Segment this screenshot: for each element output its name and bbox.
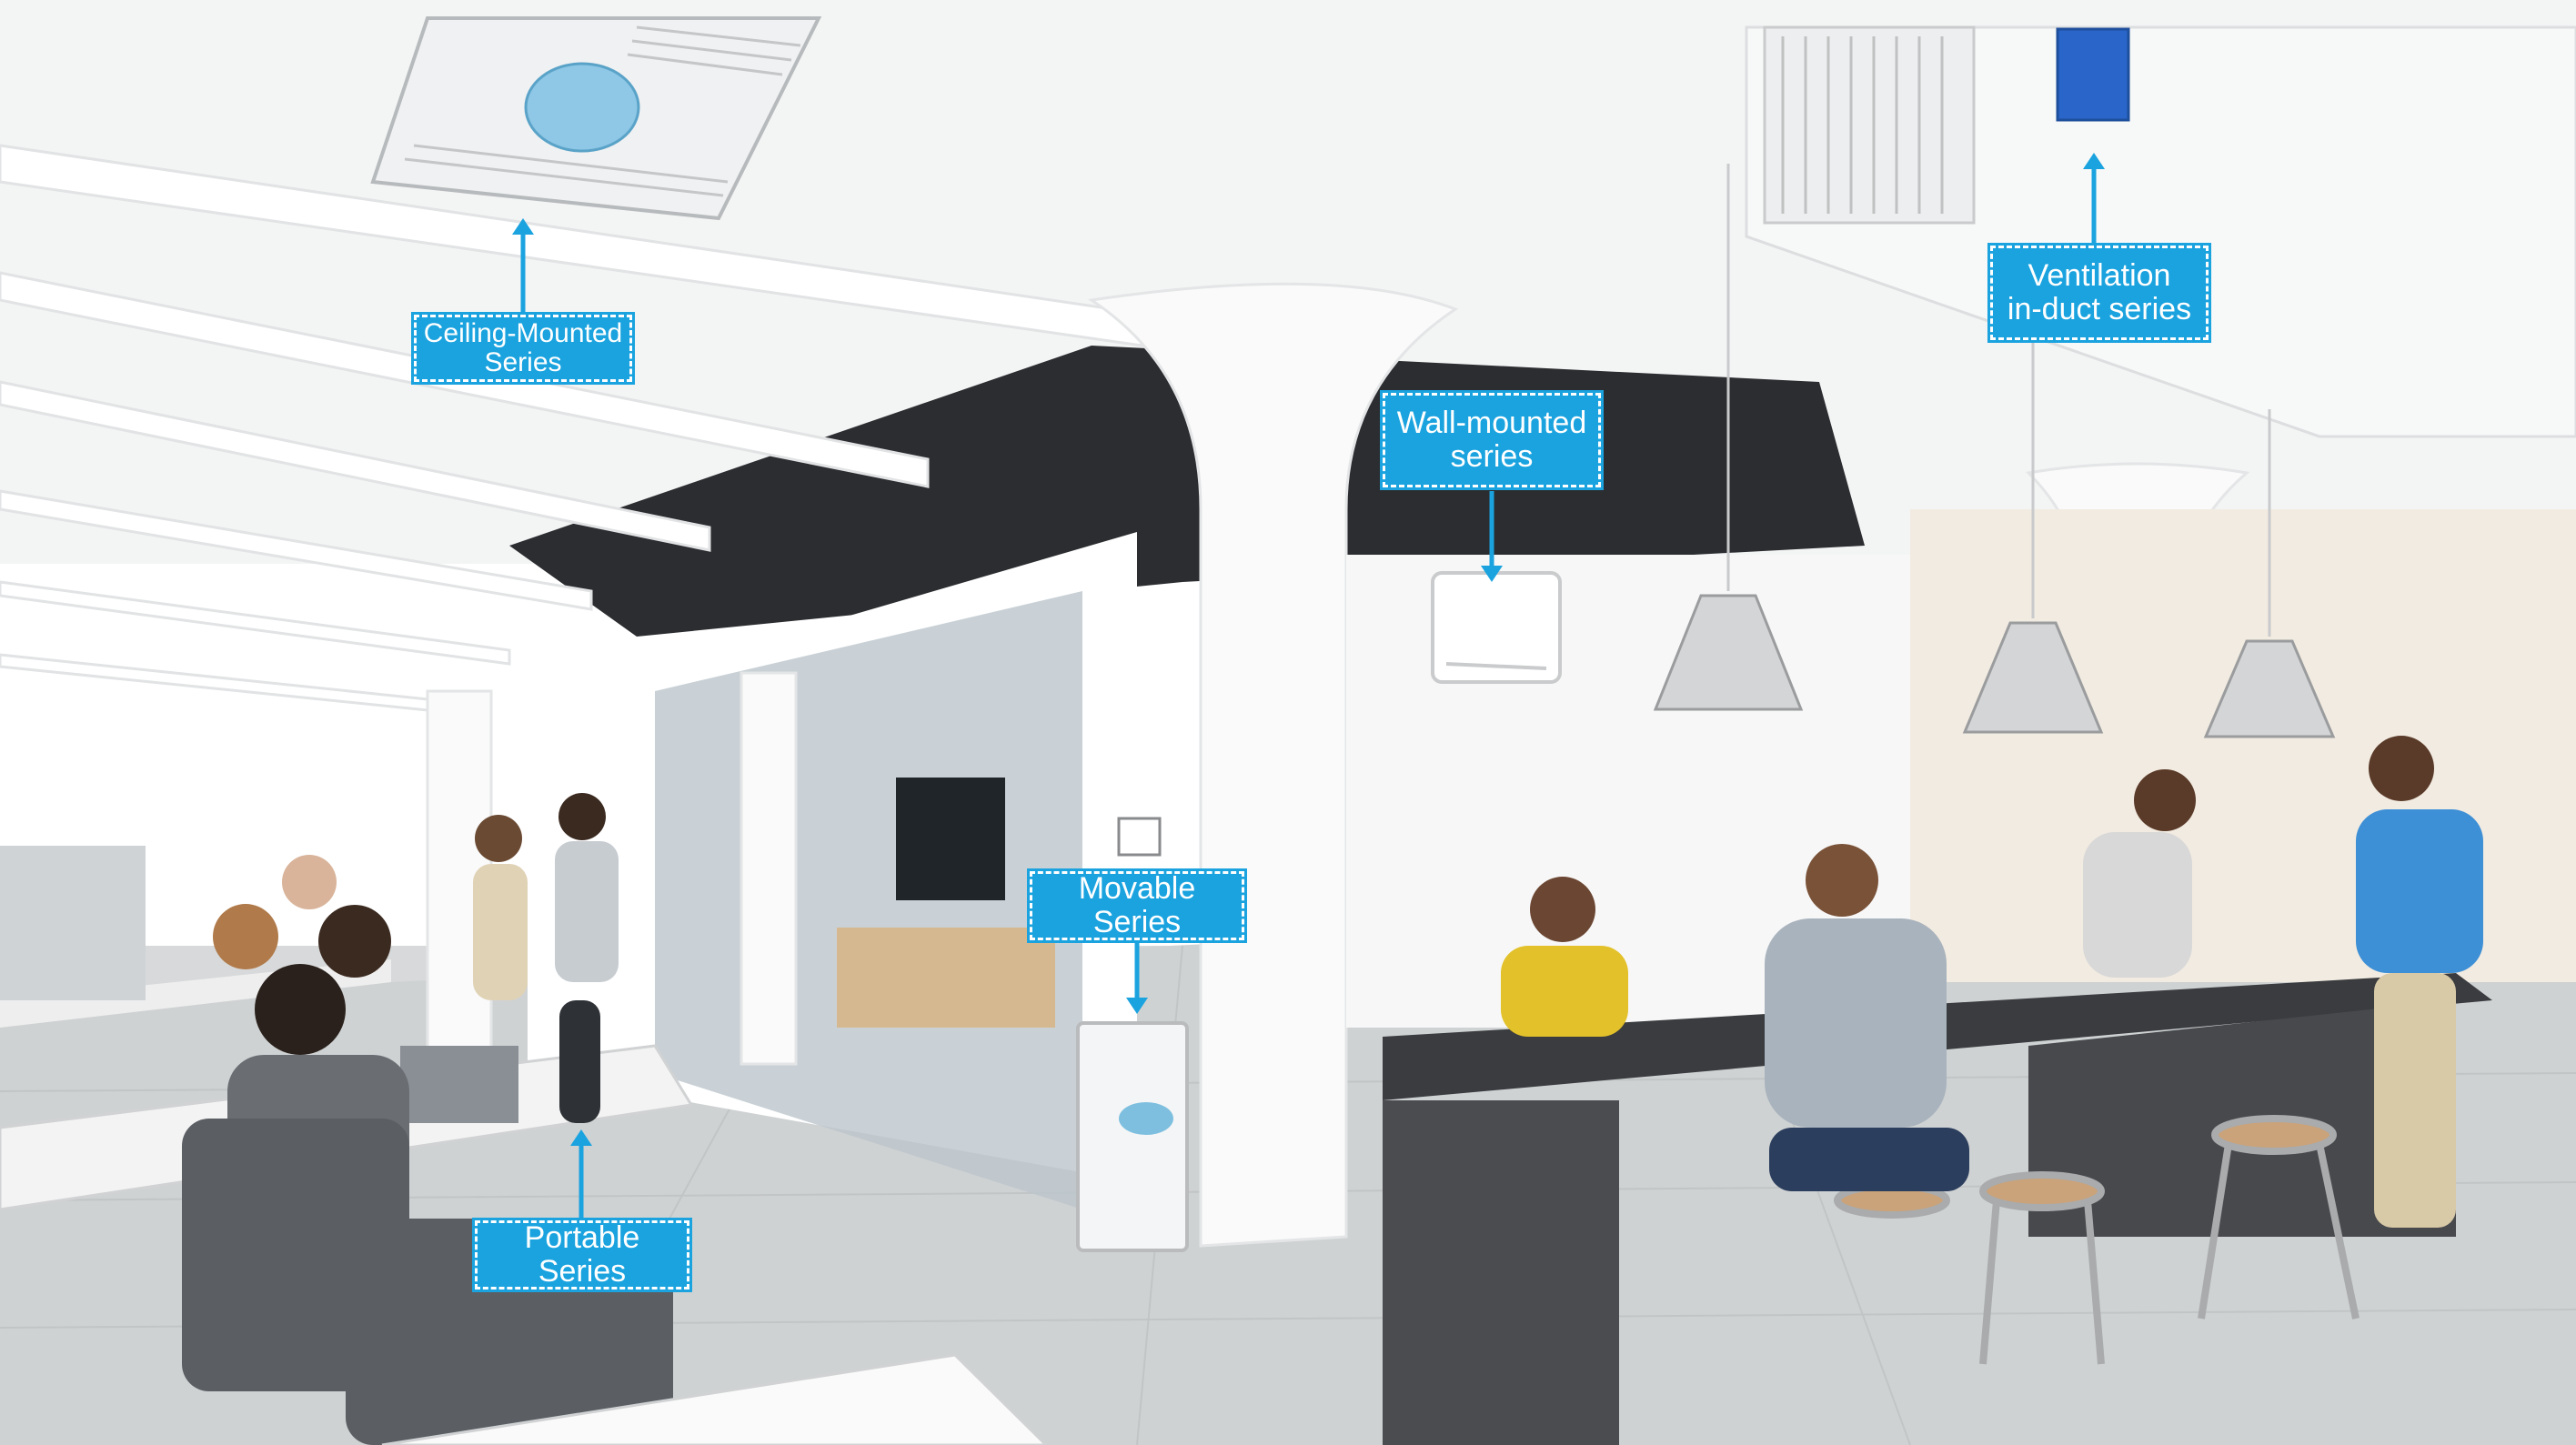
- movable-series-text: Movable Series: [1078, 871, 1196, 939]
- portable-unit: [559, 1000, 600, 1123]
- movable-unit-badge: [1119, 1102, 1173, 1135]
- wall-mounted-series-label: Wall-mounted series: [1380, 390, 1604, 490]
- ceiling-mounted-series-label: Ceiling-Mounted Series: [411, 312, 635, 385]
- ventilation-in-duct-series-label: Ventilation in-duct series: [1987, 243, 2211, 343]
- arrow-up-icon: [512, 218, 534, 318]
- movable-series-label: Movable Series: [1027, 868, 1247, 943]
- wall-mounted-label-line2: series: [1450, 439, 1534, 474]
- meeting-room-cabinet: [837, 928, 1055, 1028]
- office-scene: [0, 0, 2576, 1445]
- ceiling-mounted-series-text: Ceiling-Mounted Series: [423, 317, 623, 377]
- arrow-up-icon: [2083, 153, 2105, 248]
- ventilation-label-line2: in-duct series: [2007, 292, 2192, 326]
- portable-series-label: Portable Series: [472, 1218, 692, 1292]
- wall-panel: [1117, 817, 1162, 857]
- arrow-up-icon: [570, 1129, 592, 1220]
- arrow-down-icon: [1481, 491, 1503, 582]
- portable-series-text: Portable Series: [524, 1220, 640, 1289]
- in-duct-unit: [2056, 27, 2130, 122]
- arrow-down-icon: [1126, 941, 1148, 1014]
- ceiling-unit-badge: [524, 62, 640, 153]
- ventilation-label-line1: Ventilation: [2028, 258, 2171, 294]
- meeting-room-screen: [896, 778, 1005, 900]
- movable-unit: [1076, 1021, 1189, 1252]
- dark-table-base: [1383, 1100, 1619, 1445]
- wall-mounted-label-line1: Wall-mounted: [1396, 406, 1587, 441]
